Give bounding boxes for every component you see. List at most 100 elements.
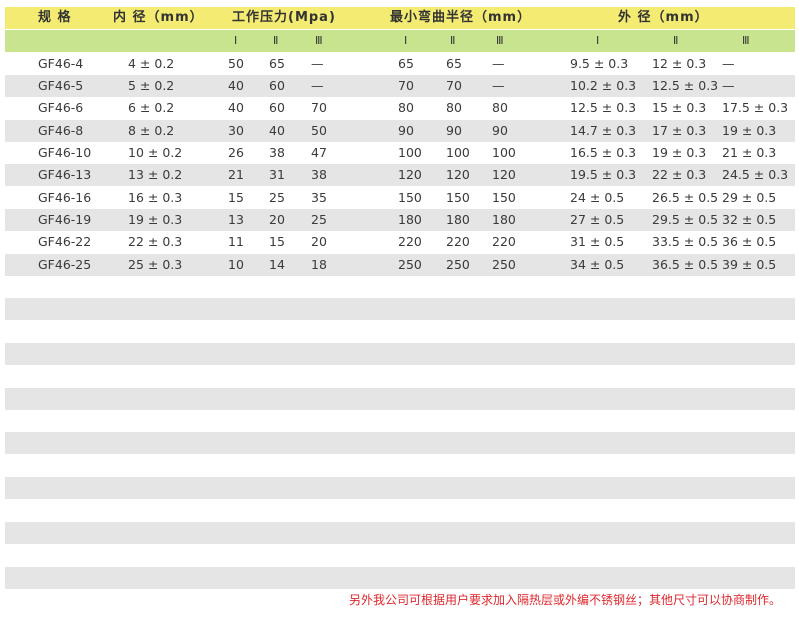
table-cell: 14 (269, 257, 285, 272)
table-cell: 12.5 ± 0.3 (570, 100, 637, 115)
table-cell: 36.5 ± 0.5 (652, 257, 719, 272)
table-cell: 18 (311, 257, 327, 272)
table-cell: 21 (228, 167, 244, 182)
table-cell: — (722, 78, 735, 93)
table-cell: 80 (492, 100, 508, 115)
empty-row (5, 477, 795, 499)
table-cell: 6 ± 0.2 (128, 100, 175, 115)
table-cell: 65 (398, 56, 414, 71)
table-cell: 180 (492, 212, 516, 227)
empty-row (5, 522, 795, 544)
table-cell: 10.2 ± 0.3 (570, 78, 637, 93)
table-cell: 36 ± 0.5 (722, 234, 777, 249)
level-header-bend-3: Ⅲ (496, 34, 504, 47)
level-header-outer-3: Ⅲ (742, 34, 750, 47)
table-cell: GF46-22 (38, 234, 92, 249)
table-cell: 220 (446, 234, 470, 249)
table-cell: 70 (446, 78, 462, 93)
table-cell: 150 (398, 190, 422, 205)
level-header-pressure-2: Ⅱ (273, 34, 279, 47)
table-cell: 70 (398, 78, 414, 93)
table-cell: 19 ± 0.3 (128, 212, 183, 227)
table-cell: 11 (228, 234, 244, 249)
empty-row (5, 276, 795, 298)
table-cell: GF46-6 (38, 100, 84, 115)
table-cell: 4 ± 0.2 (128, 56, 175, 71)
table-cell: 27 ± 0.5 (570, 212, 625, 227)
table-cell: 24 ± 0.5 (570, 190, 625, 205)
table-cell: 13 (228, 212, 244, 227)
table-cell: 17 ± 0.3 (652, 123, 707, 138)
table-cell: 13 ± 0.2 (128, 167, 183, 182)
table-cell: GF46-25 (38, 257, 92, 272)
table-cell: 35 (311, 190, 327, 205)
table-cell: GF46-8 (38, 123, 84, 138)
table-cell: 38 (269, 145, 285, 160)
table-cell: 220 (492, 234, 516, 249)
table-cell: 100 (398, 145, 422, 160)
table-cell: 90 (398, 123, 414, 138)
table-cell: 50 (228, 56, 244, 71)
table-cell: 250 (492, 257, 516, 272)
empty-row (5, 432, 795, 454)
level-header-bend-1: Ⅰ (404, 34, 408, 47)
table-cell: 22 ± 0.3 (128, 234, 183, 249)
table-cell: 150 (446, 190, 470, 205)
table-cell: 19 ± 0.3 (652, 145, 707, 160)
level-header-outer-2: Ⅱ (673, 34, 679, 47)
empty-row (5, 500, 795, 522)
table-cell: 150 (492, 190, 516, 205)
table-cell: 26.5 ± 0.5 (652, 190, 719, 205)
table-cell: 32 ± 0.5 (722, 212, 777, 227)
table-cell: — (311, 56, 324, 71)
table-cell: 29.5 ± 0.5 (652, 212, 719, 227)
table-cell: 40 (228, 100, 244, 115)
header-min-bend-radius: 最小弯曲半径（mm） (390, 10, 532, 25)
table-cell: 24.5 ± 0.3 (722, 167, 789, 182)
empty-row (5, 455, 795, 477)
level-header-bend-2: Ⅱ (450, 34, 456, 47)
table-cell: 10 (228, 257, 244, 272)
table-cell: 70 (311, 100, 327, 115)
table-cell: 34 ± 0.5 (570, 257, 625, 272)
table-cell: GF46-10 (38, 145, 92, 160)
empty-row (5, 298, 795, 320)
header-outer-diameter: 外 径（mm） (618, 10, 709, 25)
table-cell: 220 (398, 234, 422, 249)
table-cell: 100 (492, 145, 516, 160)
table-cell: 31 (269, 167, 285, 182)
table-cell: — (722, 56, 735, 71)
table-cell: 38 (311, 167, 327, 182)
table-cell: 21 ± 0.3 (722, 145, 777, 160)
table-cell: — (492, 56, 505, 71)
table-cell: 15 ± 0.3 (652, 100, 707, 115)
table-cell: 25 ± 0.3 (128, 257, 183, 272)
table-cell: GF46-19 (38, 212, 92, 227)
empty-row (5, 567, 795, 589)
table-cell: 47 (311, 145, 327, 160)
table-cell: 19.5 ± 0.3 (570, 167, 637, 182)
table-cell: 250 (446, 257, 470, 272)
table-cell: 33.5 ± 0.5 (652, 234, 719, 249)
table-cell: 120 (446, 167, 470, 182)
table-cell: 39 ± 0.5 (722, 257, 777, 272)
table-cell: 40 (269, 123, 285, 138)
table-cell: 17.5 ± 0.3 (722, 100, 789, 115)
level-header-pressure-1: Ⅰ (234, 34, 238, 47)
table-cell: 250 (398, 257, 422, 272)
table-cell: 65 (269, 56, 285, 71)
table-cell: 25 (269, 190, 285, 205)
table-cell: 9.5 ± 0.3 (570, 56, 629, 71)
table-cell: 80 (398, 100, 414, 115)
table-cell: 60 (269, 100, 285, 115)
empty-row (5, 410, 795, 432)
table-cell: 90 (492, 123, 508, 138)
table-cell: 90 (446, 123, 462, 138)
table-cell: 80 (446, 100, 462, 115)
empty-row (5, 343, 795, 365)
header-inner-diameter: 内 径（mm） (113, 10, 204, 25)
level-header-outer-1: Ⅰ (596, 34, 600, 47)
level-header-pressure-3: Ⅲ (315, 34, 323, 47)
table-cell: GF46-13 (38, 167, 92, 182)
table-cell: GF46-5 (38, 78, 84, 93)
